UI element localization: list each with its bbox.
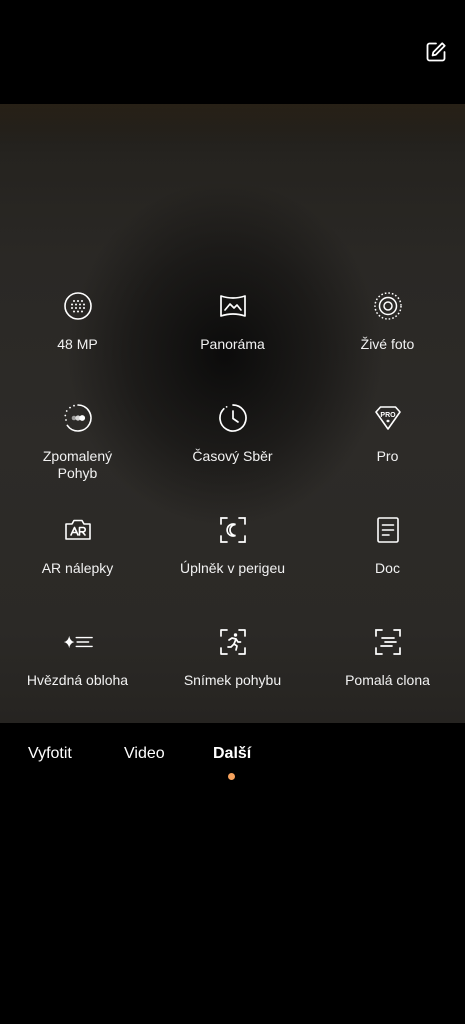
edit-modes-button[interactable] bbox=[423, 39, 449, 65]
mode-label: Panoráma bbox=[200, 336, 265, 352]
pro-badge-icon: PRO bbox=[372, 402, 404, 434]
mode-doc[interactable]: Doc bbox=[310, 514, 465, 624]
mode-label: Živé foto bbox=[360, 336, 415, 352]
svg-text:PRO: PRO bbox=[380, 412, 396, 419]
mode-label: AR nálepky bbox=[41, 560, 114, 576]
mode-label: Úplněk v perigeu bbox=[179, 560, 286, 576]
camera-viewfinder: 48 MP Panoráma Živé foto Zpomalený Pohyb… bbox=[0, 104, 465, 723]
mode-label: Doc bbox=[375, 560, 400, 576]
clock-icon bbox=[217, 402, 249, 434]
tab-video[interactable]: Video bbox=[124, 745, 165, 763]
mode-label: Časový Sběr bbox=[192, 448, 273, 464]
mode-label: Pro bbox=[376, 448, 399, 464]
mode-pro[interactable]: PRO Pro bbox=[310, 402, 465, 512]
mode-supermoon[interactable]: Úplněk v perigeu bbox=[155, 514, 310, 624]
mode-label: Snímek pohybu bbox=[183, 672, 282, 688]
mode-label: Zpomalený Pohyb bbox=[42, 448, 113, 481]
tab-dalsi[interactable]: Další bbox=[213, 745, 251, 763]
dot-grid-circle-icon bbox=[62, 290, 94, 322]
mode-live-photo[interactable]: Živé foto bbox=[310, 290, 465, 400]
panorama-icon bbox=[217, 290, 249, 322]
running-person-frame-icon bbox=[217, 626, 249, 658]
mode-ar-stickers[interactable]: AR nálepky bbox=[0, 514, 155, 624]
camera-mode-tabs: Vyfotit Video Další bbox=[0, 723, 465, 803]
mode-label: 48 MP bbox=[57, 336, 98, 352]
mode-48mp[interactable]: 48 MP bbox=[0, 290, 155, 400]
camera-screen: 48 MP Panoráma Živé foto Zpomalený Pohyb… bbox=[0, 0, 465, 1024]
top-bar bbox=[0, 0, 465, 104]
slow-shutter-frame-icon bbox=[372, 626, 404, 658]
ar-sticker-icon bbox=[62, 514, 94, 546]
sparkle-lines-icon bbox=[62, 626, 94, 658]
mode-motion-shot[interactable]: Snímek pohybu bbox=[155, 626, 310, 723]
mode-panorama[interactable]: Panoráma bbox=[155, 290, 310, 400]
mode-grid: 48 MP Panoráma Živé foto Zpomalený Pohyb… bbox=[0, 290, 465, 723]
live-photo-icon bbox=[372, 290, 404, 322]
document-icon bbox=[372, 514, 404, 546]
mode-slow-shutter[interactable]: Pomalá clona bbox=[310, 626, 465, 723]
mode-starry-sky[interactable]: Hvězdná obloha bbox=[0, 626, 155, 723]
mode-label: Pomalá clona bbox=[345, 672, 430, 688]
mode-time-lapse[interactable]: Časový Sběr bbox=[155, 402, 310, 512]
moon-frame-icon bbox=[217, 514, 249, 546]
mode-slow-motion[interactable]: Zpomalený Pohyb bbox=[0, 402, 155, 512]
slow-motion-icon bbox=[62, 402, 94, 434]
mode-label: Hvězdná obloha bbox=[26, 672, 129, 688]
active-tab-indicator bbox=[228, 773, 235, 780]
tab-vyfotit[interactable]: Vyfotit bbox=[28, 745, 72, 763]
edit-square-icon bbox=[426, 42, 446, 62]
